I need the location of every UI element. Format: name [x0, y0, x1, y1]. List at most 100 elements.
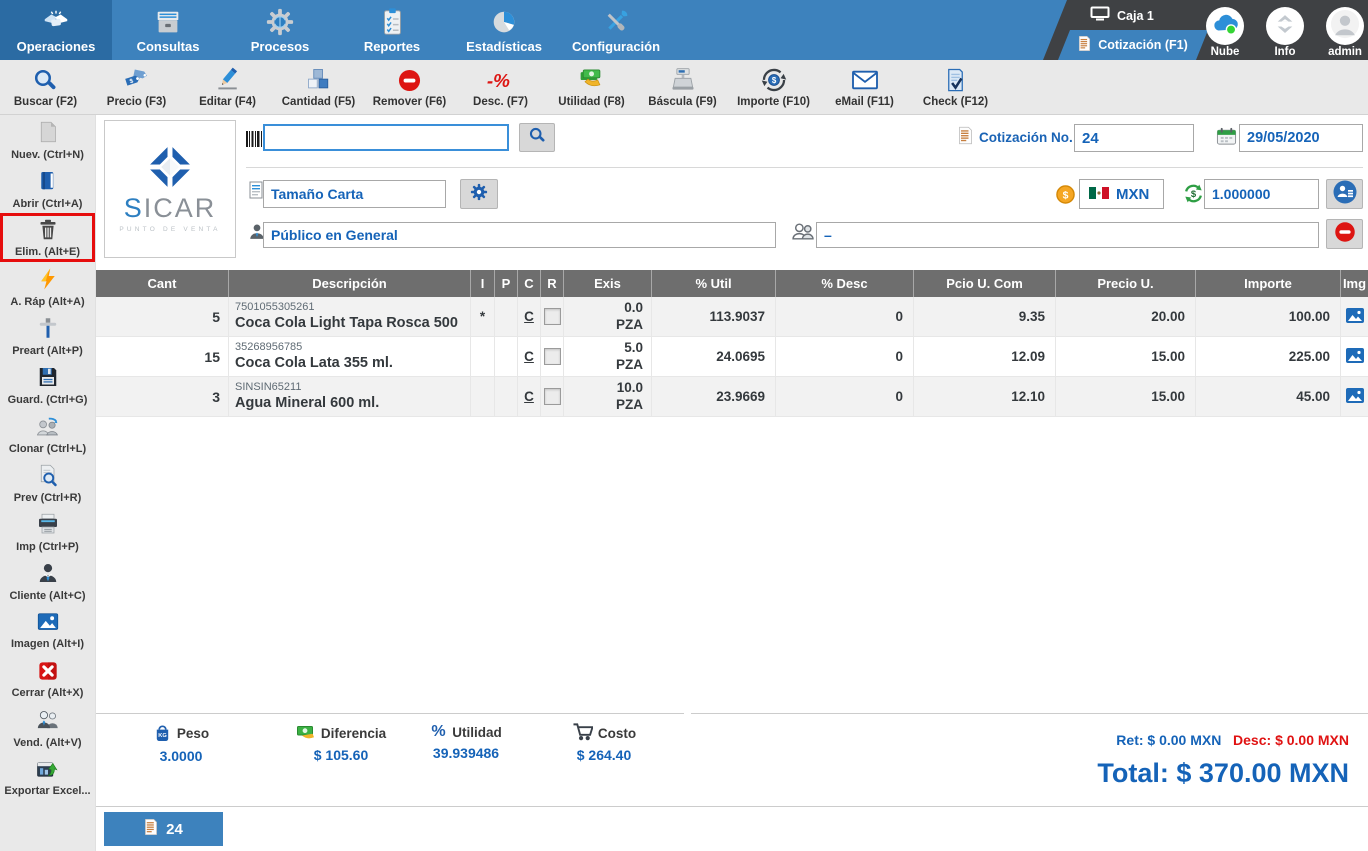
sidebar-abrir[interactable]: Abrir (Ctrl+A)	[0, 164, 95, 213]
sidebar-eliminar[interactable]: Elim. (Alt+E)	[0, 213, 95, 262]
image-icon[interactable]	[1345, 347, 1364, 366]
c-link[interactable]: C	[524, 389, 534, 404]
page-size-input[interactable]	[263, 180, 446, 208]
image-icon[interactable]	[1345, 387, 1364, 406]
toolbar-importe[interactable]: $ Importe (F10)	[728, 60, 819, 114]
menu-estadisticas[interactable]: Estadísticas	[448, 0, 560, 60]
open-quote-tab[interactable]: 24	[104, 812, 223, 846]
cell-util: 24.0695	[652, 337, 776, 377]
sidebar-cerrar[interactable]: Cerrar (Alt+X)	[0, 654, 95, 703]
toolbar-label: Check (F12)	[922, 96, 989, 108]
cloud-icon	[1210, 11, 1240, 42]
cell-cant: 15	[96, 337, 229, 377]
customer-input[interactable]	[263, 222, 776, 248]
toolbar-bascula[interactable]: Báscula (F9)	[637, 60, 728, 114]
currency-select[interactable]: MXN	[1079, 179, 1164, 209]
menu-consultas[interactable]: Consultas	[112, 0, 224, 60]
stat-value: 3.0000	[159, 748, 203, 764]
cell-img	[1341, 377, 1368, 417]
menu-label: Consultas	[136, 39, 200, 54]
sidebar-label: Preart (Alt+P)	[12, 344, 83, 357]
sidebar-label: Guard. (Ctrl+G)	[7, 393, 88, 406]
table-row[interactable]: 5 7501055305261 Coca Cola Light Tapa Ros…	[96, 297, 1368, 337]
toolbar-utilidad[interactable]: Utilidad (F8)	[546, 60, 637, 114]
cart-icon	[572, 722, 594, 744]
toolbar-buscar[interactable]: Buscar (F2)	[0, 60, 91, 114]
sidebar-agregar-rapido[interactable]: A. Ráp (Alt+A)	[0, 262, 95, 311]
cell-desc: 0	[776, 337, 914, 377]
c-link[interactable]: C	[524, 309, 534, 324]
cell-precio: 15.00	[1056, 377, 1196, 417]
excel-export-icon	[35, 757, 61, 784]
toolbar-remover[interactable]: Remover (F6)	[364, 60, 455, 114]
svg-text:$: $	[1063, 190, 1069, 201]
sidebar-previsualizar[interactable]: Prev (Ctrl+R)	[0, 458, 95, 507]
svg-text:$: $	[771, 76, 776, 85]
stat-label: Costo	[597, 725, 637, 741]
quote-number-input[interactable]	[1074, 124, 1194, 152]
items-table-header: Cant Descripción I P C R Exis % Util % D…	[96, 270, 1368, 297]
toolbar-check[interactable]: Check (F12)	[910, 60, 1001, 114]
register-indicator: Caja 1	[1090, 6, 1154, 25]
preview-icon	[36, 462, 60, 491]
handshake-icon	[39, 5, 73, 39]
sidebar-cliente[interactable]: Cliente (Alt+C)	[0, 556, 95, 605]
sidebar-imagen[interactable]: Imagen (Alt+I)	[0, 605, 95, 654]
print-settings-button[interactable]	[460, 179, 498, 209]
sidebar-preart[interactable]: Preart (Alt+P)	[0, 311, 95, 360]
sidebar-nuevo[interactable]: Nuev. (Ctrl+N)	[0, 115, 95, 164]
sidebar-imprimir[interactable]: Imp (Ctrl+P)	[0, 507, 95, 556]
trash-icon	[36, 217, 60, 245]
currency-config-button[interactable]	[1326, 179, 1363, 209]
sidebar-exportar-excel[interactable]: Exportar Excel...	[0, 752, 95, 801]
sidebar-label: Imp (Ctrl+P)	[16, 540, 79, 553]
toolbar-cantidad[interactable]: Cantidad (F5)	[273, 60, 364, 114]
menu-configuracion[interactable]: Configuración	[560, 0, 672, 60]
cell-img	[1341, 297, 1368, 337]
c-link[interactable]: C	[524, 349, 534, 364]
remove-vendor-button[interactable]	[1326, 219, 1363, 249]
sidebar-clonar[interactable]: Clonar (Ctrl+L)	[0, 409, 95, 458]
product-name: Coca Cola Light Tapa Rosca 500	[235, 315, 458, 332]
tools-icon	[601, 5, 631, 39]
cloud-button[interactable]	[1206, 7, 1244, 45]
app-root: Operaciones Consultas Procesos Reportes …	[0, 0, 1368, 851]
row-checkbox[interactable]	[543, 388, 561, 405]
row-checkbox[interactable]	[543, 348, 561, 365]
sidebar-label: Cliente (Alt+C)	[9, 589, 86, 602]
cell-precio: 15.00	[1056, 337, 1196, 377]
column-header: Img	[1341, 270, 1368, 297]
date-input[interactable]	[1239, 124, 1363, 152]
tab-cotizacion[interactable]: Cotización (F1)	[1058, 30, 1208, 60]
image-icon[interactable]	[1345, 307, 1364, 326]
toolbar-editar[interactable]: Editar (F4)	[182, 60, 273, 114]
search-button[interactable]	[519, 123, 555, 152]
exchange-rate-input[interactable]	[1204, 179, 1319, 209]
sidebar-label: Clonar (Ctrl+L)	[8, 442, 87, 455]
sidebar-vendedor[interactable]: Vend. (Alt+V)	[0, 703, 95, 752]
coin-icon: $	[1056, 185, 1075, 209]
envelope-icon	[850, 66, 880, 94]
user-button[interactable]	[1326, 7, 1364, 45]
table-row[interactable]: 3 SINSIN65211 Agua Mineral 600 ml. C 10.…	[96, 377, 1368, 417]
menu-operaciones[interactable]: Operaciones	[0, 0, 112, 60]
left-sidebar: Nuev. (Ctrl+N) Abrir (Ctrl+A) Elim. (Alt…	[0, 115, 95, 851]
cell-img	[1341, 337, 1368, 377]
vendor-input[interactable]	[816, 222, 1319, 248]
menu-reportes[interactable]: Reportes	[336, 0, 448, 60]
toolbar-precio[interactable]: $ Precio (F3)	[91, 60, 182, 114]
row-checkbox[interactable]	[543, 308, 561, 325]
barcode-input[interactable]	[263, 124, 509, 151]
cell-pcio-com: 12.09	[914, 337, 1056, 377]
totals-panel: Ret: $ 0.00 MXN Desc: $ 0.00 MXN Total: …	[691, 713, 1368, 806]
toolbar-descuento[interactable]: -% Desc. (F7)	[455, 60, 546, 114]
top-menu-bar: Operaciones Consultas Procesos Reportes …	[0, 0, 1368, 60]
column-header: C	[518, 270, 541, 297]
sidebar-guardar[interactable]: Guard. (Ctrl+G)	[0, 360, 95, 409]
toolbar-email[interactable]: eMail (F11)	[819, 60, 910, 114]
table-row[interactable]: 15 35268956785 Coca Cola Lata 355 ml. C …	[96, 337, 1368, 377]
menu-procesos[interactable]: Procesos	[224, 0, 336, 60]
money-bill-icon	[296, 722, 316, 744]
user-label: admin	[1328, 46, 1362, 58]
info-button[interactable]	[1266, 7, 1304, 45]
